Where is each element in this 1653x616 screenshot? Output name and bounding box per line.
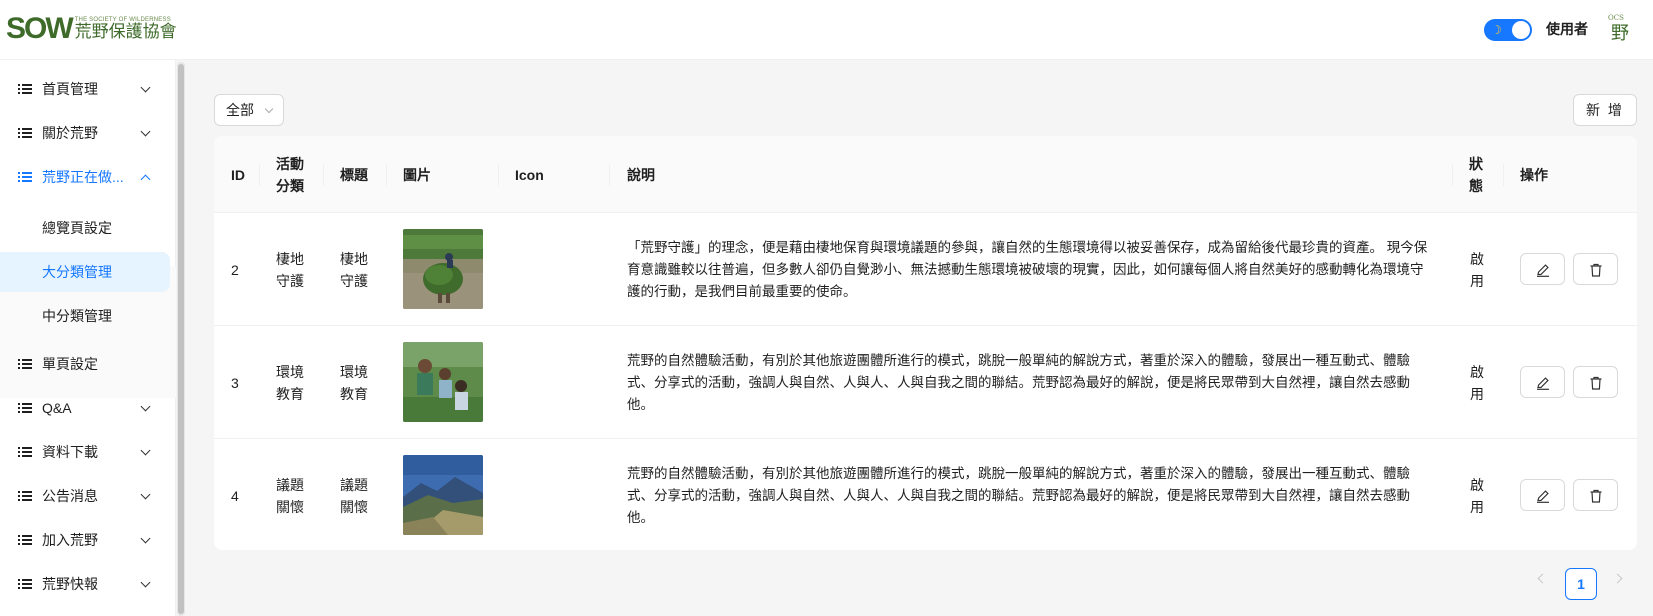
edit-icon	[1537, 377, 1549, 390]
sidebar-item-qa[interactable]: Q&A	[0, 386, 176, 430]
delete-button[interactable]	[1573, 366, 1618, 398]
delete-button[interactable]	[1573, 253, 1618, 285]
chevron-down-icon	[140, 447, 150, 457]
sidebar-item-newsletter[interactable]: 荒野快報	[0, 562, 176, 606]
sidebar: 首頁管理 關於荒野 荒野正在做... 總覽頁設定 大分類管理 中分類管理 單頁設…	[0, 60, 176, 616]
edit-button[interactable]	[1520, 479, 1565, 511]
edit-button[interactable]	[1520, 366, 1565, 398]
mountain-photo	[403, 455, 483, 535]
chevron-down-icon	[140, 84, 150, 94]
table-header: ID 活動 分類 標題 圖片 Icon 說明 狀 態 操作	[214, 136, 1637, 213]
chevron-up-icon	[140, 172, 150, 182]
toggle-knob	[1512, 21, 1530, 39]
row-id: 3	[231, 374, 239, 391]
avatar[interactable]: OCS 野	[1604, 14, 1636, 46]
sidebar-subitem-major-category[interactable]: 大分類管理	[0, 252, 170, 292]
column-header-id: ID	[231, 166, 245, 183]
sidebar-scrollbar[interactable]	[177, 62, 185, 616]
sow-logo[interactable]: SOW THE SOCIETY OF WILDERNESS 荒野保護協會	[6, 12, 177, 46]
add-button[interactable]: 新 增	[1573, 94, 1637, 126]
list-icon	[18, 446, 32, 458]
row-status: 啟 用	[1470, 250, 1484, 289]
sidebar-item-doing[interactable]: 荒野正在做...	[0, 155, 176, 199]
theme-toggle[interactable]: ☽	[1484, 19, 1532, 41]
row-description: 荒野的自然體驗活動，有別於其他旅遊團體所進行的模式，跳脫一般單純的解說方式，著重…	[627, 352, 1410, 412]
logo-mark: SOW	[6, 12, 74, 45]
list-icon	[18, 358, 32, 370]
edit-icon	[1537, 264, 1549, 277]
sidebar-item-about[interactable]: 關於荒野	[0, 111, 176, 155]
chevron-down-icon	[140, 579, 150, 589]
row-description: 「荒野守護」的理念，便是藉由棲地保育與環境議題的參與，讓自然的生態環境得以被妥善…	[627, 239, 1428, 299]
list-icon	[18, 534, 32, 546]
sidebar-subitem-minor-category[interactable]: 中分類管理	[0, 296, 170, 336]
sidebar-item-announcements[interactable]: 公告消息	[0, 474, 176, 518]
list-icon	[18, 490, 32, 502]
list-icon	[18, 578, 32, 590]
sidebar-subitem-overview[interactable]: 總覽頁設定	[0, 208, 170, 248]
row-id: 4	[231, 487, 239, 504]
list-icon	[18, 127, 32, 139]
delete-button[interactable]	[1573, 479, 1618, 511]
row-status: 啟 用	[1470, 363, 1484, 402]
logo-chinese-name: 荒野保護協會	[74, 22, 177, 42]
pagination-page-current[interactable]: 1	[1565, 568, 1597, 600]
chevron-down-icon	[140, 403, 150, 413]
row-category: 棲地 守護	[276, 250, 304, 289]
column-header-actions: 操作	[1520, 166, 1548, 183]
sidebar-item-single-page[interactable]: 單頁設定	[0, 342, 176, 386]
edit-button[interactable]	[1520, 253, 1565, 285]
moon-icon: ☽	[1491, 23, 1502, 37]
column-header-description: 說明	[627, 166, 655, 183]
list-icon	[18, 402, 32, 414]
table-row: 2 棲地 守護 棲地 守護 「荒野守護」的理念，便是藉由棲地保育與環境議題的參與…	[214, 213, 1637, 326]
column-header-title: 標題	[340, 166, 368, 183]
table-row: 3 環境 教育 環境 教育 荒野的自然體驗活動，有別於其他旅遊團體所進行的模式，…	[214, 326, 1637, 439]
habitat-photo	[403, 229, 483, 309]
row-category: 環境 教育	[276, 363, 304, 402]
column-header-icon: Icon	[515, 166, 544, 183]
table-row: 4 議題 關懷 議題 關懷 荒野的自然體驗活動，有別於其他旅遊團體所進行的模式，…	[214, 439, 1637, 552]
chevron-down-icon	[264, 104, 274, 114]
list-icon	[18, 171, 32, 183]
column-header-status: 狀 態	[1469, 155, 1483, 194]
category-table: ID 活動 分類 標題 圖片 Icon 說明 狀 態 操作 2 棲地 守護 棲地…	[214, 136, 1637, 550]
row-id: 2	[231, 261, 239, 278]
trash-icon	[1590, 376, 1602, 390]
trash-icon	[1590, 263, 1602, 277]
education-photo	[403, 342, 483, 422]
user-name[interactable]: 使用者	[1546, 19, 1588, 39]
column-header-image: 圖片	[403, 166, 431, 183]
pagination-prev-icon[interactable]	[1535, 573, 1547, 585]
edit-icon	[1537, 490, 1549, 503]
row-status: 啟 用	[1470, 476, 1484, 515]
list-icon	[18, 83, 32, 95]
column-header-category: 活動 分類	[276, 155, 304, 194]
chevron-down-icon	[140, 535, 150, 545]
row-description: 荒野的自然體驗活動，有別於其他旅遊團體所進行的模式，跳脫一般單純的解說方式，著重…	[627, 465, 1410, 525]
row-title: 議題 關懷	[340, 476, 368, 515]
category-filter-select[interactable]: 全部	[214, 94, 284, 126]
row-title: 棲地 守護	[340, 250, 368, 289]
pagination-next-icon[interactable]	[1614, 573, 1626, 585]
top-header: SOW THE SOCIETY OF WILDERNESS 荒野保護協會 ☽ 使…	[0, 0, 1653, 60]
chevron-down-icon	[140, 491, 150, 501]
trash-icon	[1590, 489, 1602, 503]
row-title: 環境 教育	[340, 363, 368, 402]
sidebar-item-join[interactable]: 加入荒野	[0, 518, 176, 562]
sidebar-item-home-management[interactable]: 首頁管理	[0, 67, 176, 111]
sidebar-item-downloads[interactable]: 資料下載	[0, 430, 176, 474]
chevron-down-icon	[140, 128, 150, 138]
row-category: 議題 關懷	[276, 476, 304, 515]
